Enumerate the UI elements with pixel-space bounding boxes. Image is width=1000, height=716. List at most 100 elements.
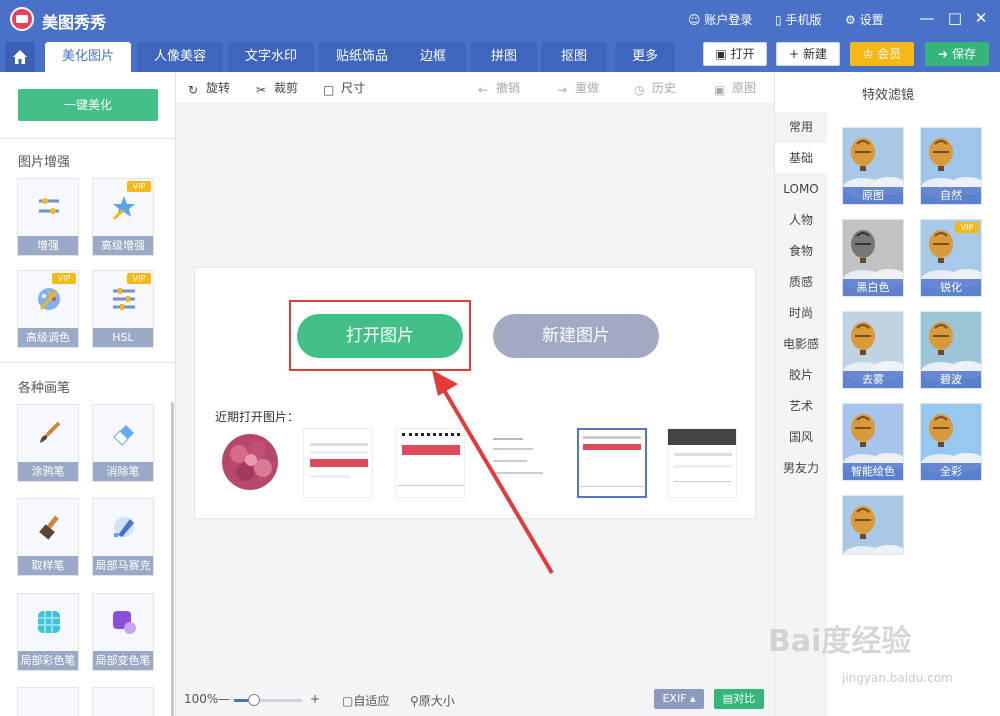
filter-category[interactable]: 时尚 <box>775 298 827 328</box>
new-button[interactable]: + 新建 <box>776 42 840 66</box>
tool-advanced-enhance[interactable]: VIP 高级增强 <box>92 178 154 256</box>
mobile-version-label: 手机版 <box>785 13 822 27</box>
filter-thumbnail[interactable]: 黑白色 <box>842 219 904 297</box>
eraser-icon <box>113 425 134 446</box>
watermark-url: jingyan.baidu.com <box>842 671 953 685</box>
mobile-version-link[interactable]: ▯ 手机版 <box>775 11 821 28</box>
filter-label: 智能绘色 <box>843 463 903 480</box>
zoom-in-icon[interactable]: + <box>310 692 320 706</box>
filter-category[interactable]: 艺术 <box>775 391 827 421</box>
tool-label: 局部变色笔 <box>93 651 153 670</box>
tool-enhance[interactable]: 增强 <box>17 178 79 256</box>
vip-badge: VIP <box>52 273 76 284</box>
filter-label: 全彩 <box>921 463 981 480</box>
filter-thumbnail[interactable]: VIP 锐化 <box>920 219 982 297</box>
exif-label: EXIF <box>662 692 687 705</box>
filter-category[interactable]: 国风 <box>775 422 827 452</box>
section-title-brushes: 各种画笔 <box>18 381 71 396</box>
compare-button[interactable]: ▤对比 <box>714 689 764 709</box>
home-button[interactable] <box>5 42 35 72</box>
filter-category[interactable]: 质感 <box>775 267 827 297</box>
balloon-image <box>843 496 903 554</box>
tool-local-color-pen[interactable]: 局部彩色笔 <box>17 593 79 671</box>
maximize-icon[interactable]: □ <box>944 7 966 29</box>
magic-wand-icon <box>112 196 135 221</box>
filter-category[interactable]: 基础 <box>775 143 827 173</box>
section-divider <box>0 138 175 139</box>
fit-button[interactable]: ▢自适应 <box>342 692 389 709</box>
tool-local-mosaic[interactable]: 局部马赛克 <box>92 498 154 576</box>
minimize-icon[interactable]: — <box>916 7 938 29</box>
tool-label: 取样笔 <box>18 556 78 575</box>
filter-category[interactable]: 胶片 <box>775 360 827 390</box>
tab-0[interactable]: 美化图片 <box>45 42 131 72</box>
zoom-out-icon[interactable]: — <box>218 692 230 706</box>
filter-category[interactable]: 食物 <box>775 236 827 266</box>
vip-badge: VIP <box>955 222 979 233</box>
tab-1[interactable]: 人像美容 <box>137 42 223 72</box>
settings-link[interactable]: ⚙ 设置 <box>845 11 884 28</box>
account-login-label: 账户登录 <box>704 13 753 27</box>
vip-button[interactable]: ♔ 会员 <box>850 42 914 66</box>
paint-brush-icon <box>39 515 59 540</box>
annotation-arrow <box>432 370 554 575</box>
vip-badge: VIP <box>127 181 151 192</box>
tab-7[interactable]: 更多 <box>615 42 675 72</box>
open-button[interactable]: ▣ 打开 <box>703 42 767 66</box>
tab-2[interactable]: 文字水印 <box>228 42 314 72</box>
filter-thumbnail[interactable]: 原图 <box>842 127 904 205</box>
compare-label: 对比 <box>733 692 756 705</box>
watermark: Bai度经验 <box>768 624 912 659</box>
filter-category[interactable]: 男友力 <box>775 453 827 483</box>
tab-5[interactable]: 拼图 <box>471 42 537 72</box>
exif-button[interactable]: EXIF ▴ <box>654 689 704 709</box>
tool-more-2[interactable] <box>92 687 154 716</box>
filter-thumbnail[interactable]: 智能绘色 <box>842 403 904 481</box>
tab-3[interactable]: 贴纸饰品 <box>319 42 405 72</box>
filter-category[interactable]: LOMO <box>775 174 827 204</box>
color-grid-icon <box>38 611 60 633</box>
account-login-link[interactable]: ☺ 账户登录 <box>688 11 752 28</box>
filter-thumbnail[interactable]: 碧波 <box>920 311 982 389</box>
filter-thumbnail[interactable]: 自然 <box>920 127 982 205</box>
tool-eraser-pen[interactable]: 消除笔 <box>92 404 154 482</box>
save-button[interactable]: ➜ 保存 <box>925 42 989 66</box>
filter-label: 黑白色 <box>843 279 903 296</box>
status-bar: 100% — + ▢自适应 ⚲原大小 EXIF ▴ ▤对比 <box>176 684 774 716</box>
vip-badge: VIP <box>127 273 151 284</box>
tool-advanced-color[interactable]: VIP 高级调色 <box>17 270 79 348</box>
tool-label: 增强 <box>18 236 78 255</box>
tool-doodle-pen[interactable]: 涂鸦笔 <box>17 404 79 482</box>
hsl-sliders-icon <box>113 288 135 310</box>
save-label: 保存 <box>951 47 976 61</box>
tab-6[interactable]: 抠图 <box>541 42 607 72</box>
filter-thumbnail[interactable]: 去雾 <box>842 311 904 389</box>
tool-hsl[interactable]: VIP HSL <box>92 270 154 348</box>
tool-more-1[interactable] <box>17 687 79 716</box>
filter-category[interactable]: 人物 <box>775 205 827 235</box>
user-icon: ☺ <box>688 13 701 27</box>
canvas-area: ↻ 旋转 ✂ 裁剪 □ 尺寸 ← 撤销 → 重做 ◷ 历史 ▣ 原图 打开图片 新建图片 近期… <box>176 72 774 716</box>
tab-4[interactable]: 边框 <box>400 42 466 72</box>
one-key-beautify-button[interactable]: 一键美化 <box>18 89 158 121</box>
filter-thumbnail[interactable]: 全彩 <box>920 403 982 481</box>
tool-label: 局部马赛克 <box>93 556 153 575</box>
zoom-slider[interactable] <box>234 694 302 706</box>
actual-size-button[interactable]: ⚲原大小 <box>410 692 455 709</box>
tool-local-recolor-pen[interactable]: 局部变色笔 <box>92 593 154 671</box>
tool-label: 局部彩色笔 <box>18 651 78 670</box>
zoom-slider-handle[interactable] <box>248 694 260 706</box>
close-icon[interactable]: ✕ <box>970 7 992 29</box>
tool-sample-pen[interactable]: 取样笔 <box>17 498 79 576</box>
section-divider <box>0 362 175 363</box>
left-panel-scrollbar[interactable] <box>171 402 174 716</box>
app-title: 美图秀秀 <box>42 13 107 32</box>
filter-category[interactable]: 电影感 <box>775 329 827 359</box>
tool-label: 高级调色 <box>18 328 78 347</box>
settings-label: 设置 <box>859 13 884 27</box>
filter-category[interactable]: 常用 <box>775 112 827 142</box>
filter-label: 原图 <box>843 187 903 204</box>
section-title-enhance: 图片增强 <box>18 155 71 170</box>
palette-icon <box>38 288 60 310</box>
filter-thumbnail[interactable] <box>842 495 904 555</box>
